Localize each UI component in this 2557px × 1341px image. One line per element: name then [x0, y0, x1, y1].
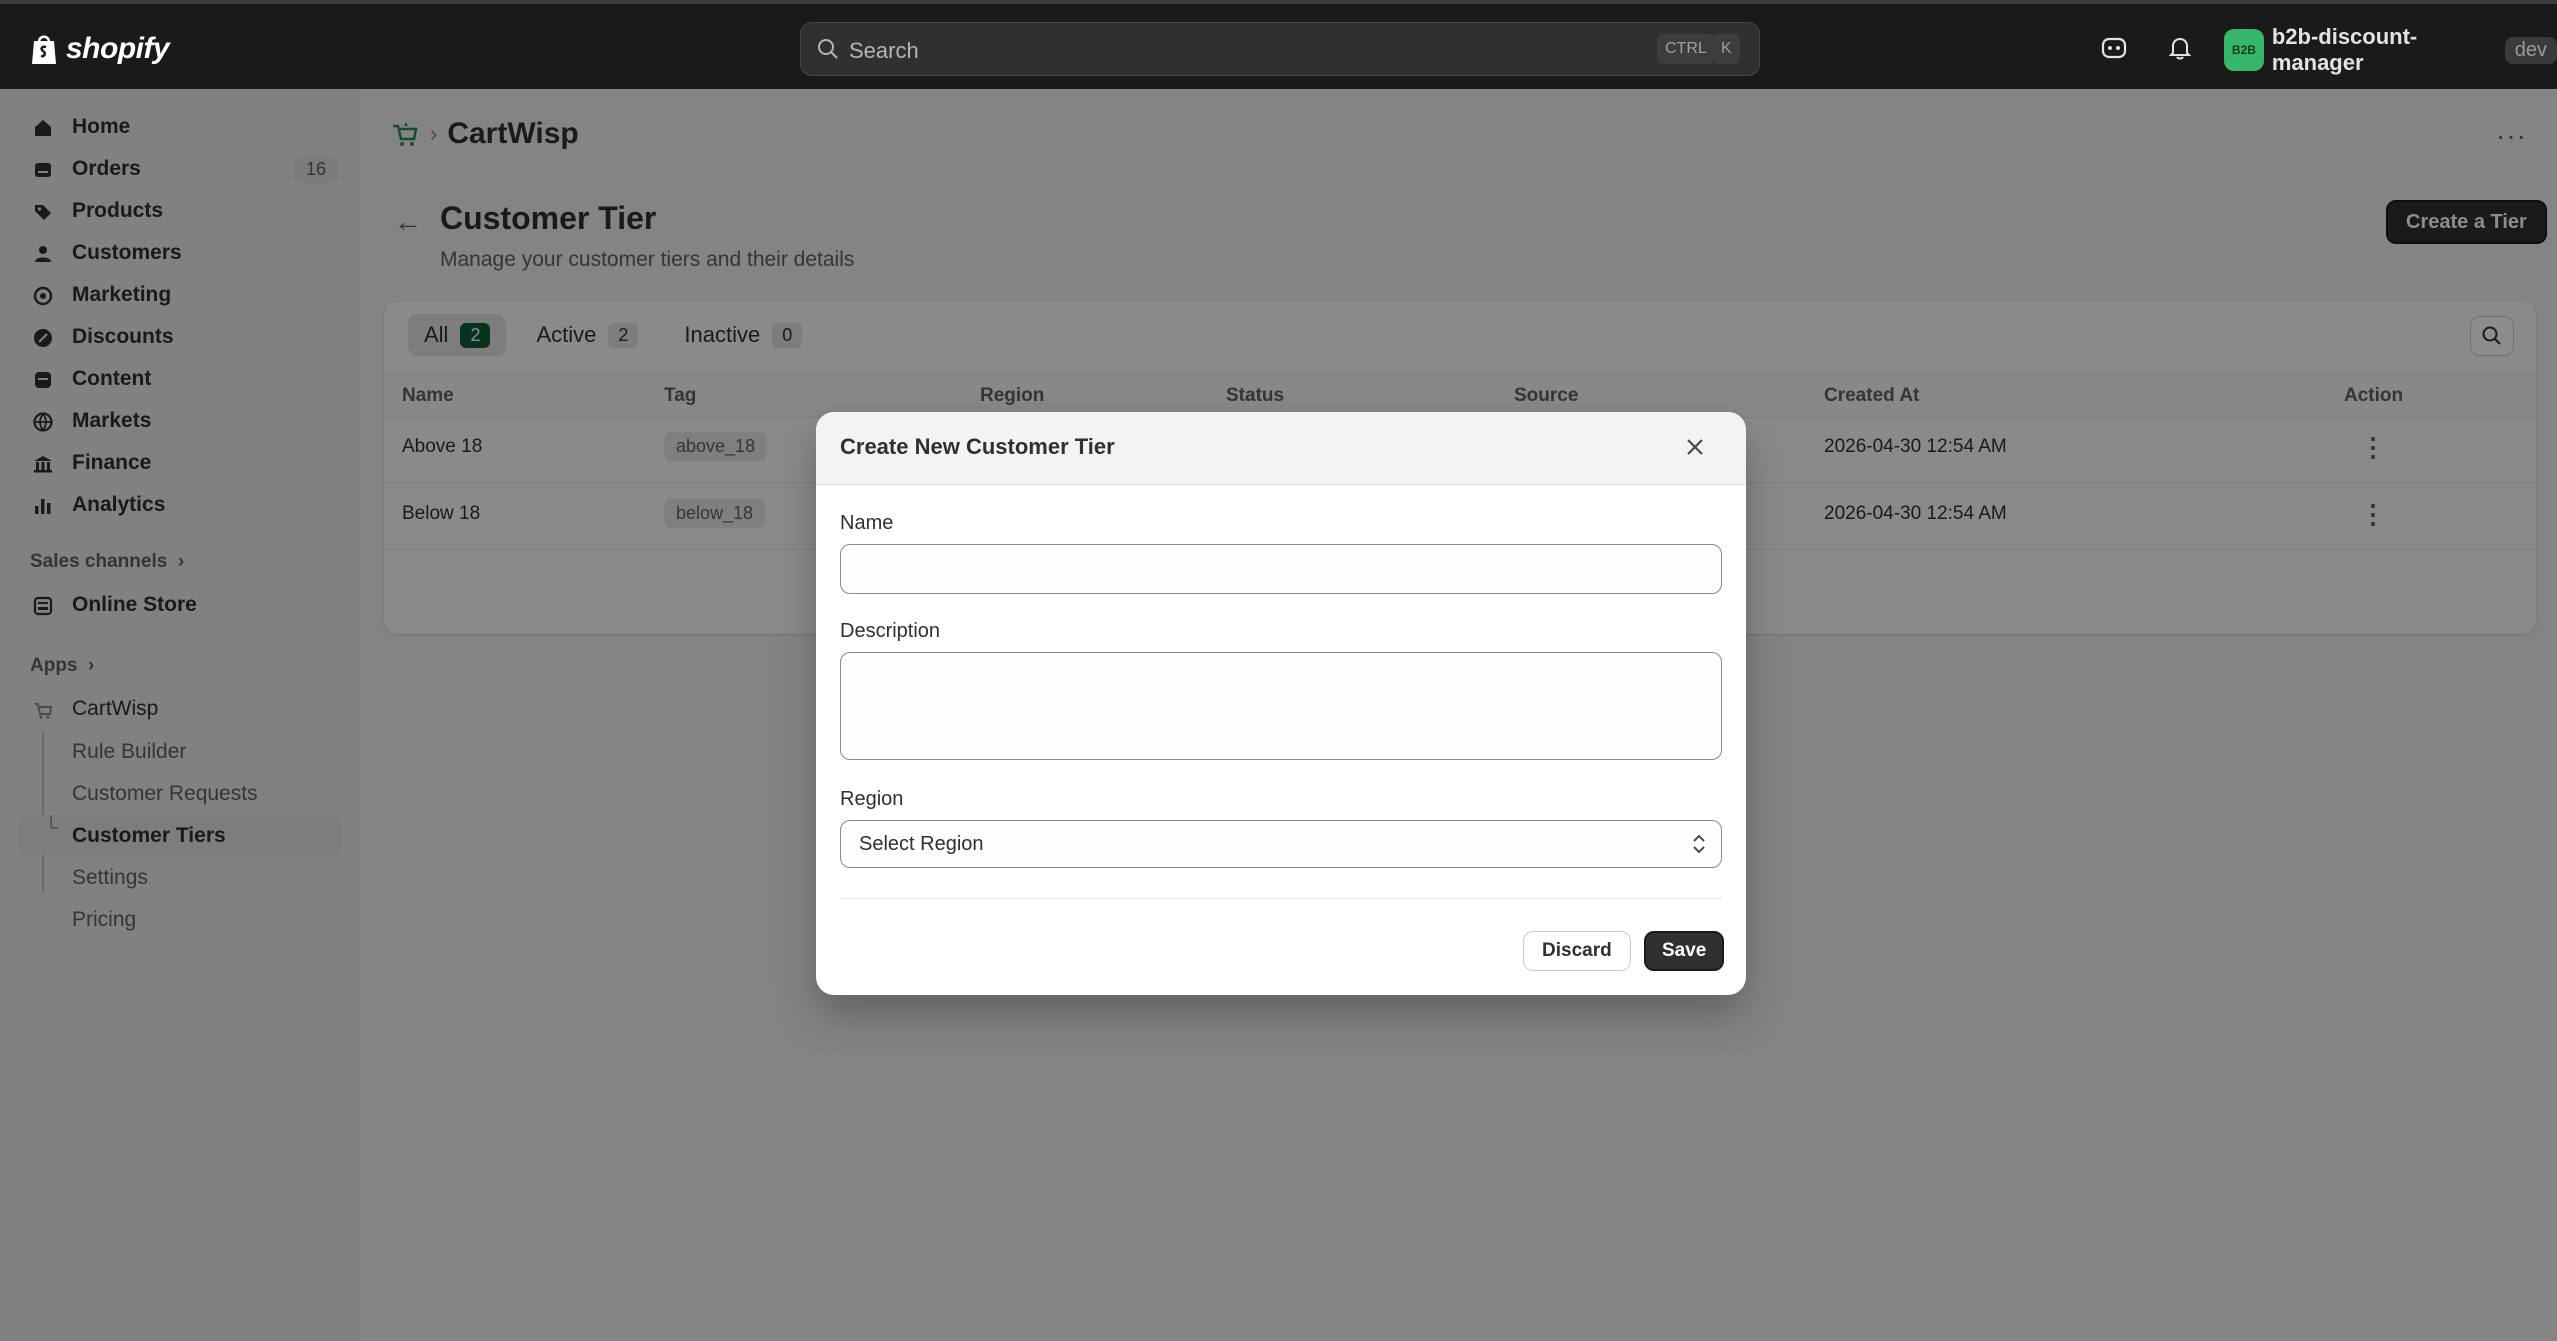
name-field[interactable] — [840, 544, 1722, 594]
avatar: B2B — [2224, 29, 2264, 71]
modal-header: Create New Customer Tier — [816, 412, 1746, 485]
description-label: Description — [840, 620, 941, 642]
region-select-value: Select Region — [859, 833, 984, 855]
search-placeholder: Search — [849, 38, 919, 63]
store-menu-button[interactable]: B2B b2b-discount-manager dev — [2224, 24, 2557, 75]
discard-button[interactable]: Discard — [1523, 931, 1631, 971]
shortcut-ctrl-key: CTRL — [1657, 34, 1715, 64]
modal-divider — [840, 898, 1722, 899]
search-icon — [818, 39, 838, 59]
bell-icon[interactable] — [2166, 34, 2194, 62]
name-label: Name — [840, 512, 894, 534]
shopify-bag-icon — [32, 35, 56, 64]
store-name: b2b-discount-manager — [2271, 24, 2418, 75]
select-arrows-icon — [1693, 834, 1705, 854]
sidekick-icon[interactable] — [2100, 34, 2128, 62]
close-icon[interactable] — [1682, 434, 1708, 460]
dev-badge: dev — [2504, 36, 2557, 64]
shortcut-k-key: K — [1713, 34, 1740, 64]
modal-title: Create New Customer Tier — [840, 434, 1115, 459]
region-select[interactable]: Select Region — [840, 820, 1722, 868]
shopify-logo[interactable]: shopify — [28, 32, 170, 66]
save-button[interactable]: Save — [1644, 931, 1725, 971]
global-search-input[interactable]: Search CTRL K — [800, 22, 1760, 76]
top-bar: shopify Search CTRL K B2B b2b-discount-m… — [0, 0, 2557, 89]
description-field[interactable] — [840, 652, 1722, 760]
brand-wordmark: shopify — [66, 32, 170, 65]
region-label: Region — [840, 788, 904, 810]
create-tier-modal: Create New Customer Tier Name Descriptio… — [816, 412, 1746, 995]
